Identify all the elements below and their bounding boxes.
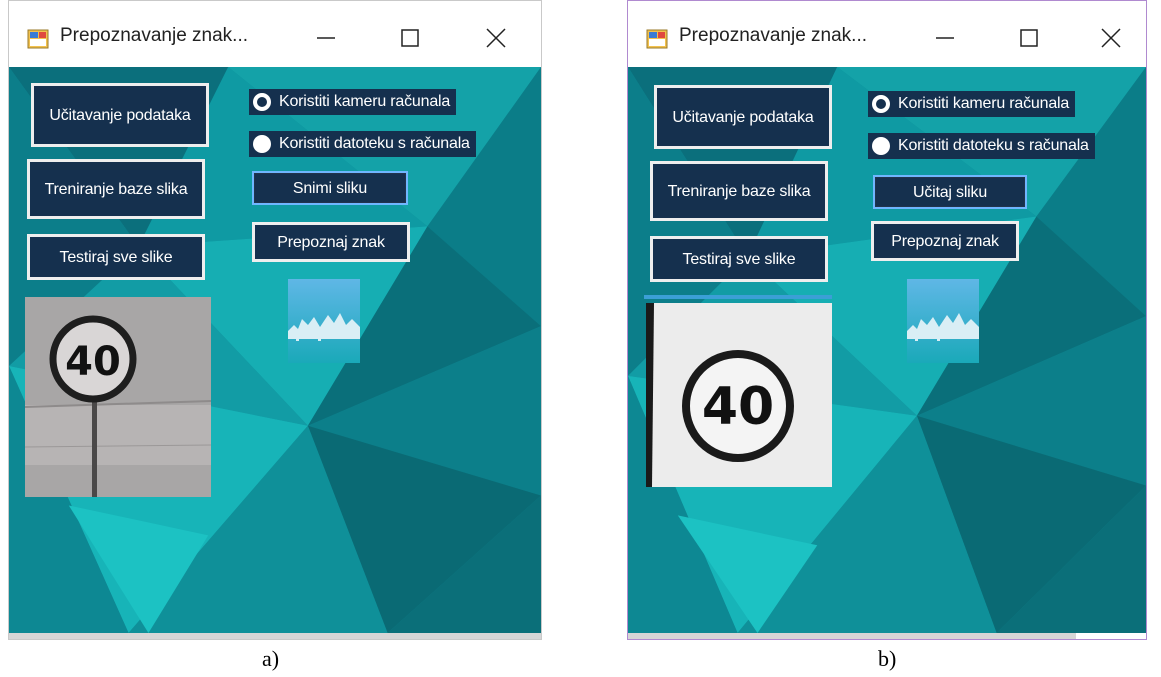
caption-a: a) bbox=[262, 646, 280, 671]
radio-selected-indicator[interactable] bbox=[253, 93, 271, 111]
capture-image-button[interactable]: Snimi sliku bbox=[252, 171, 408, 205]
app-icon bbox=[646, 29, 668, 49]
close-button[interactable] bbox=[479, 21, 513, 55]
train-database-button[interactable]: Treniranje baze slika bbox=[27, 159, 205, 219]
radio-label-file: Koristiti datoteku s računala bbox=[898, 137, 1089, 154]
radio-label-file: Koristiti datoteku s računala bbox=[279, 135, 470, 152]
window-panel-a: Prepoznavanje znak... Učitavanje podatak… bbox=[8, 0, 542, 640]
result-thumbnail bbox=[288, 279, 360, 363]
captured-sign-photo: 40 bbox=[25, 297, 211, 497]
recognize-sign-button[interactable]: Prepoznaj znak bbox=[871, 221, 1019, 261]
radio-use-file[interactable]: Koristiti datoteku s računala bbox=[868, 133, 1095, 159]
radio-selected-indicator[interactable] bbox=[872, 95, 890, 113]
window-bottom-edge bbox=[9, 633, 541, 639]
load-data-button[interactable]: Učitavanje podataka bbox=[31, 83, 209, 147]
app-window: Prepoznavanje znak... Učitavanje podatak… bbox=[627, 0, 1147, 640]
radio-use-camera[interactable]: Koristiti kameru računala bbox=[249, 89, 457, 115]
close-button[interactable] bbox=[1094, 21, 1128, 55]
radio-label-camera: Koristiti kameru računala bbox=[898, 95, 1070, 112]
app-window: Prepoznavanje znak... Učitavanje podatak… bbox=[8, 0, 542, 640]
radio-unselected-indicator[interactable] bbox=[872, 137, 890, 155]
recognize-sign-button[interactable]: Prepoznaj znak bbox=[252, 222, 410, 262]
maximize-button[interactable] bbox=[1012, 21, 1046, 55]
speed-limit-sign-text: 40 bbox=[65, 339, 121, 385]
minimize-button[interactable] bbox=[928, 21, 962, 55]
train-database-button[interactable]: Treniranje baze slika bbox=[650, 161, 828, 221]
window-bottom-edge bbox=[628, 633, 1076, 639]
radio-unselected-indicator[interactable] bbox=[253, 135, 271, 153]
loaded-sign-photo: 40 bbox=[646, 303, 832, 487]
radio-use-file[interactable]: Koristiti datoteku s računala bbox=[249, 131, 476, 157]
maximize-icon bbox=[1020, 29, 1038, 47]
speed-limit-sign-text: 40 bbox=[702, 377, 774, 437]
radio-use-camera[interactable]: Koristiti kameru računala bbox=[868, 91, 1076, 117]
load-data-button[interactable]: Učitavanje podataka bbox=[654, 85, 832, 149]
title-bar[interactable]: Prepoznavanje znak... bbox=[628, 1, 1146, 67]
minimize-icon bbox=[317, 37, 335, 39]
window-title: Prepoznavanje znak... bbox=[60, 25, 249, 46]
radio-label-camera: Koristiti kameru računala bbox=[279, 93, 451, 110]
load-image-button[interactable]: Učitaj sliku bbox=[873, 175, 1027, 209]
result-thumbnail bbox=[907, 279, 979, 363]
minimize-button[interactable] bbox=[309, 21, 343, 55]
form-client-area: Učitavanje podataka Treniranje baze slik… bbox=[628, 67, 1146, 633]
image-box-top-edge bbox=[644, 295, 832, 299]
test-all-images-button[interactable]: Testiraj sve slike bbox=[650, 236, 828, 282]
form-client-area: Učitavanje podataka Treniranje baze slik… bbox=[9, 67, 541, 633]
close-icon bbox=[486, 28, 506, 48]
close-icon bbox=[1101, 28, 1121, 48]
test-all-images-button[interactable]: Testiraj sve slike bbox=[27, 234, 205, 280]
maximize-button[interactable] bbox=[393, 21, 427, 55]
minimize-icon bbox=[936, 37, 954, 39]
caption-b: b) bbox=[878, 646, 897, 671]
window-panel-b: Prepoznavanje znak... Učitavanje podatak… bbox=[627, 0, 1147, 640]
app-icon bbox=[27, 29, 49, 49]
title-bar[interactable]: Prepoznavanje znak... bbox=[9, 1, 541, 67]
maximize-icon bbox=[401, 29, 419, 47]
window-title: Prepoznavanje znak... bbox=[679, 25, 868, 46]
